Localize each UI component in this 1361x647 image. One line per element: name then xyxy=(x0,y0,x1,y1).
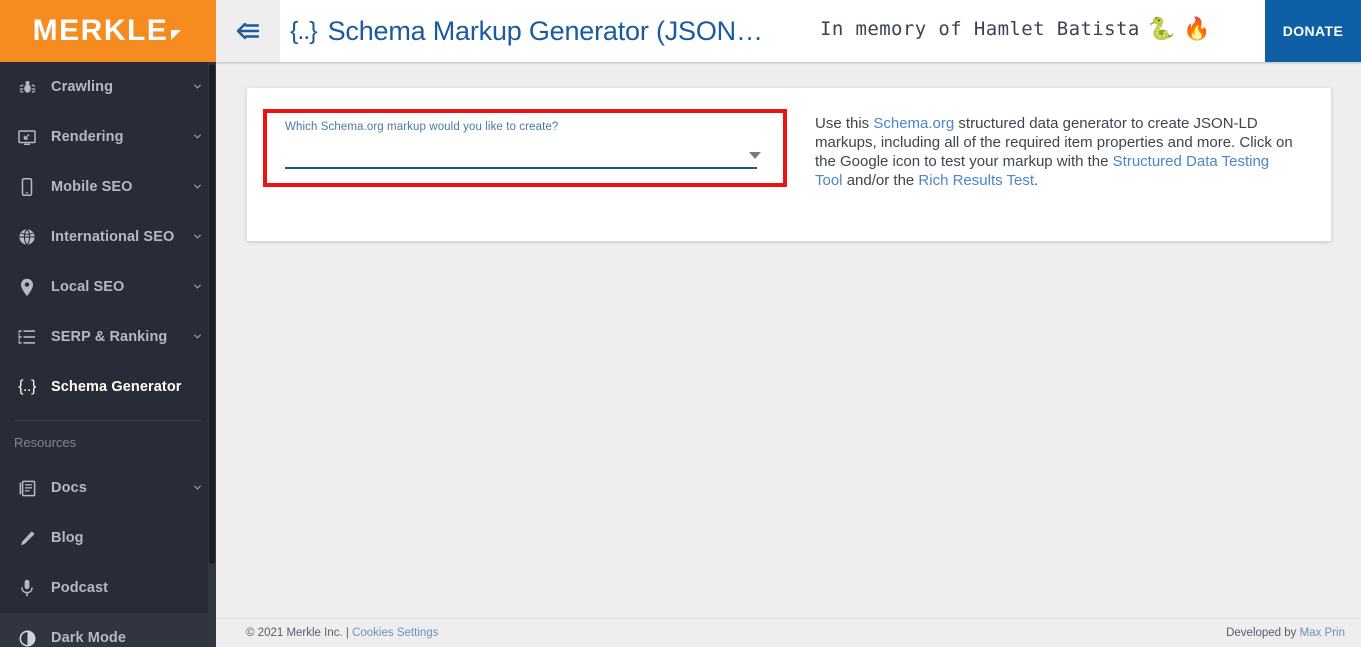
chevron-down-icon xyxy=(193,134,202,139)
bug-icon xyxy=(14,79,40,96)
card-description: Use this Schema.org structured data gene… xyxy=(803,88,1331,241)
description-part-3: and/or the xyxy=(842,172,919,189)
mobile-phone-icon xyxy=(14,178,40,196)
developed-by-text: Developed by xyxy=(1226,627,1297,639)
footer: © 2021 Merkle Inc. | Cookies Settings De… xyxy=(216,618,1361,647)
chevron-down-icon xyxy=(193,334,202,339)
sidebar-item-blog[interactable]: Blog xyxy=(0,513,216,563)
sidebar-item-international-seo[interactable]: International SEO xyxy=(0,212,216,262)
sidebar-item-docs[interactable]: Docs xyxy=(0,463,216,513)
sidebar-item-podcast[interactable]: Podcast xyxy=(0,563,216,613)
copyright-text: © 2021 Merkle Inc. | xyxy=(246,627,349,639)
pencil-icon xyxy=(14,530,40,547)
sidebar-item-schema-generator[interactable]: {..} Schema Generator xyxy=(0,362,216,412)
sidebar: Crawling Rendering Mobile SEO Internatio… xyxy=(0,62,216,647)
dropdown-caret-icon[interactable] xyxy=(749,152,761,159)
sidebar-section-resources: Resources xyxy=(14,434,77,450)
memorial-text: In memory of Hamlet Batista xyxy=(820,18,1140,40)
sidebar-item-rendering[interactable]: Rendering xyxy=(0,112,216,162)
footer-right: Developed by Max Prin xyxy=(1226,627,1345,639)
sidebar-item-dark-mode[interactable]: Dark Mode xyxy=(0,613,216,647)
schema-type-select-highlight: Which Schema.org markup would you like t… xyxy=(263,109,787,187)
top-bar: MERKLE {..} Schema Markup Generator (JSO… xyxy=(0,0,1361,62)
logo-tick-icon xyxy=(171,30,182,40)
snake-icon: 🐍 xyxy=(1147,16,1176,41)
sidebar-scrollbar-track[interactable] xyxy=(208,62,216,647)
sidebar-item-label: SERP & Ranking xyxy=(51,329,168,345)
chevron-down-icon xyxy=(193,184,202,189)
sidebar-item-local-seo[interactable]: Local SEO xyxy=(0,262,216,312)
monitor-icon xyxy=(14,129,40,146)
merkle-logo[interactable]: MERKLE xyxy=(0,0,216,62)
list-ordered-icon xyxy=(14,329,40,345)
chevron-down-icon xyxy=(193,84,202,89)
curly-braces-icon: {..} xyxy=(290,16,318,45)
sidebar-item-label: Rendering xyxy=(51,129,124,145)
footer-left: © 2021 Merkle Inc. | Cookies Settings xyxy=(246,627,438,639)
main-content: Which Schema.org markup would you like t… xyxy=(216,65,1361,618)
cookies-settings-link[interactable]: Cookies Settings xyxy=(352,627,438,639)
sidebar-item-mobile-seo[interactable]: Mobile SEO xyxy=(0,162,216,212)
contrast-circle-icon xyxy=(14,630,40,647)
sidebar-item-serp-ranking[interactable]: SERP & Ranking xyxy=(0,312,216,362)
sidebar-collapse-button[interactable] xyxy=(216,0,280,62)
sidebar-item-label: Docs xyxy=(51,480,87,496)
logo-text: MERKLE xyxy=(32,14,169,47)
sidebar-item-label: Schema Generator xyxy=(51,379,182,395)
developer-link[interactable]: Max Prin xyxy=(1300,627,1345,639)
sidebar-scrollbar-thumb[interactable] xyxy=(209,64,215,564)
description-part-4: . xyxy=(1034,172,1039,189)
donate-button[interactable]: DONATE xyxy=(1265,0,1361,62)
collapse-arrow-left-icon xyxy=(236,22,260,40)
schema-generator-card: Which Schema.org markup would you like t… xyxy=(247,88,1331,241)
sidebar-item-label: Dark Mode xyxy=(51,630,127,646)
sidebar-item-label: Blog xyxy=(51,530,84,546)
globe-icon xyxy=(14,228,40,246)
card-form-column: Which Schema.org markup would you like t… xyxy=(247,88,803,241)
sidebar-item-label: Mobile SEO xyxy=(51,179,133,195)
chevron-down-icon xyxy=(193,284,202,289)
sidebar-item-label: Local SEO xyxy=(51,279,125,295)
chevron-down-icon xyxy=(193,234,202,239)
schema-org-link[interactable]: Schema.org xyxy=(873,115,954,132)
sidebar-item-label: International SEO xyxy=(51,229,175,245)
description-part-1: Use this xyxy=(815,115,874,132)
select-underline xyxy=(285,167,757,169)
schema-type-label: Which Schema.org markup would you like t… xyxy=(285,121,559,133)
memorial-banner: In memory of Hamlet Batista 🐍 🔥 xyxy=(820,0,1210,58)
fire-icon: 🔥 xyxy=(1183,16,1211,41)
page-title: Schema Markup Generator (JSON… xyxy=(327,15,763,46)
rich-results-test-link[interactable]: Rich Results Test xyxy=(918,172,1034,189)
sidebar-item-label: Podcast xyxy=(51,580,109,596)
sidebar-item-label: Crawling xyxy=(51,79,114,95)
map-pin-icon xyxy=(14,278,40,297)
sidebar-item-crawling[interactable]: Crawling xyxy=(0,62,216,112)
curly-braces-icon: {..} xyxy=(18,378,36,395)
app-root: MERKLE {..} Schema Markup Generator (JSO… xyxy=(0,0,1361,647)
chevron-down-icon xyxy=(193,485,202,490)
page-title-group: {..} Schema Markup Generator (JSON… xyxy=(290,0,763,62)
book-icon xyxy=(14,480,40,497)
microphone-icon xyxy=(14,579,40,597)
